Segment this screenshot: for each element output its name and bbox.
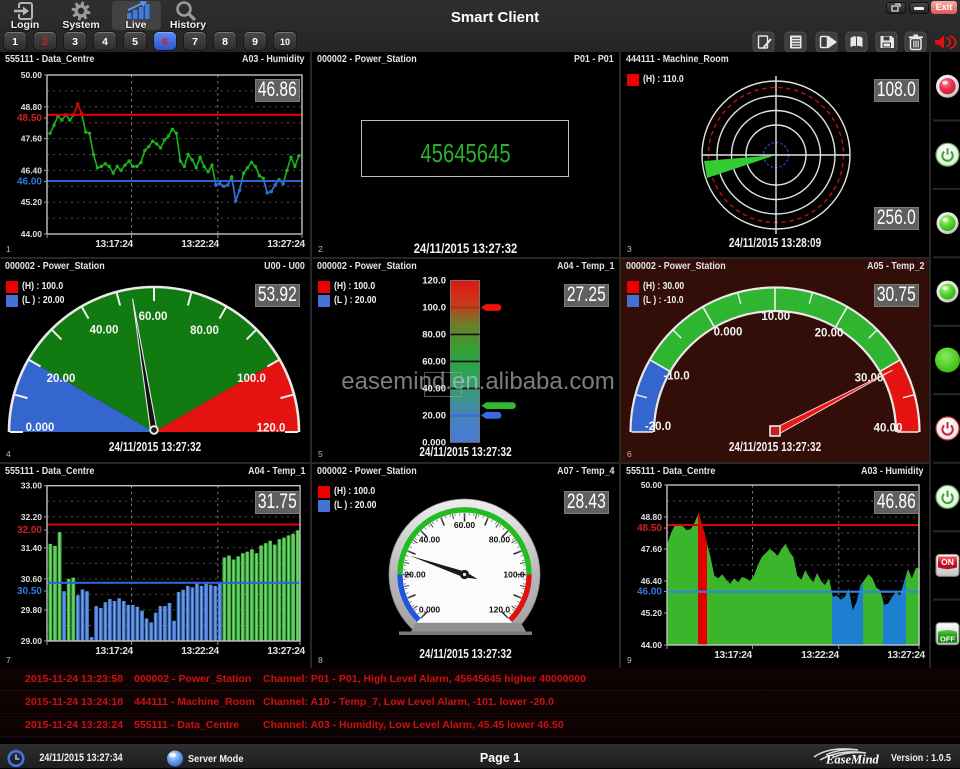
svg-text:13:17:24: 13:17:24 bbox=[95, 646, 133, 657]
svg-text:29.80: 29.80 bbox=[21, 605, 43, 615]
svg-text:13:27:24: 13:27:24 bbox=[887, 650, 925, 661]
svg-text:46.40: 46.40 bbox=[21, 165, 43, 175]
svg-text:29.00: 29.00 bbox=[21, 636, 43, 646]
svg-text:50.00: 50.00 bbox=[641, 480, 663, 490]
svg-text:44.00: 44.00 bbox=[641, 640, 663, 650]
svg-text:80.00: 80.00 bbox=[489, 535, 511, 545]
svg-text:46.40: 46.40 bbox=[641, 576, 663, 586]
svg-text:48.50: 48.50 bbox=[17, 113, 42, 124]
svg-text:120.0: 120.0 bbox=[422, 276, 446, 287]
svg-text:40.00: 40.00 bbox=[874, 423, 903, 435]
svg-text:-20.0: -20.0 bbox=[645, 421, 671, 433]
svg-text:40.00: 40.00 bbox=[90, 325, 119, 337]
svg-text:60.00: 60.00 bbox=[422, 356, 446, 367]
svg-text:ON: ON bbox=[941, 557, 954, 567]
svg-text:13:22:24: 13:22:24 bbox=[181, 646, 219, 657]
svg-text:46.00: 46.00 bbox=[637, 587, 662, 598]
svg-text:100.0: 100.0 bbox=[422, 303, 446, 314]
svg-text:60.00: 60.00 bbox=[139, 311, 168, 323]
svg-text:46.00: 46.00 bbox=[17, 177, 42, 188]
svg-text:30.60: 30.60 bbox=[21, 574, 43, 584]
svg-text:20.00: 20.00 bbox=[404, 570, 426, 580]
svg-text:45.20: 45.20 bbox=[641, 608, 663, 618]
svg-text:60.00: 60.00 bbox=[454, 520, 476, 530]
svg-text:80.00: 80.00 bbox=[422, 329, 446, 340]
svg-text:47.60: 47.60 bbox=[21, 134, 43, 144]
svg-text:48.80: 48.80 bbox=[21, 102, 43, 112]
svg-text:32.20: 32.20 bbox=[21, 512, 43, 522]
svg-text:40.00: 40.00 bbox=[419, 535, 441, 545]
svg-text:45.20: 45.20 bbox=[21, 197, 43, 207]
svg-text:13:22:24: 13:22:24 bbox=[181, 239, 219, 250]
svg-text:32.00: 32.00 bbox=[17, 525, 42, 536]
svg-text:120.0: 120.0 bbox=[257, 423, 286, 435]
svg-text:0.000: 0.000 bbox=[419, 605, 441, 615]
svg-text:47.60: 47.60 bbox=[641, 544, 663, 554]
svg-text:13:17:24: 13:17:24 bbox=[714, 650, 752, 661]
svg-text:10.00: 10.00 bbox=[761, 311, 790, 323]
svg-text:33.00: 33.00 bbox=[21, 481, 43, 491]
svg-text:13:27:24: 13:27:24 bbox=[267, 646, 305, 657]
svg-text:31.40: 31.40 bbox=[21, 543, 43, 553]
svg-text:0.000: 0.000 bbox=[26, 422, 55, 434]
svg-text:13:22:24: 13:22:24 bbox=[801, 650, 839, 661]
svg-text:13:17:24: 13:17:24 bbox=[95, 239, 133, 250]
svg-text:13:27:24: 13:27:24 bbox=[267, 239, 305, 250]
svg-text:30.50: 30.50 bbox=[17, 586, 42, 597]
svg-text:0.000: 0.000 bbox=[714, 327, 743, 339]
svg-text:120.0: 120.0 bbox=[489, 605, 511, 615]
svg-text:EaseMind: EaseMind bbox=[825, 753, 880, 767]
svg-text:20.00: 20.00 bbox=[422, 410, 446, 421]
svg-text:44.00: 44.00 bbox=[21, 229, 43, 239]
svg-text:48.80: 48.80 bbox=[641, 512, 663, 522]
svg-text:OFF: OFF bbox=[940, 634, 955, 643]
svg-text:50.00: 50.00 bbox=[21, 70, 43, 80]
svg-text:20.00: 20.00 bbox=[815, 327, 844, 339]
svg-text:80.00: 80.00 bbox=[190, 325, 219, 337]
svg-text:48.50: 48.50 bbox=[637, 523, 662, 534]
svg-text:100.0: 100.0 bbox=[503, 570, 525, 580]
